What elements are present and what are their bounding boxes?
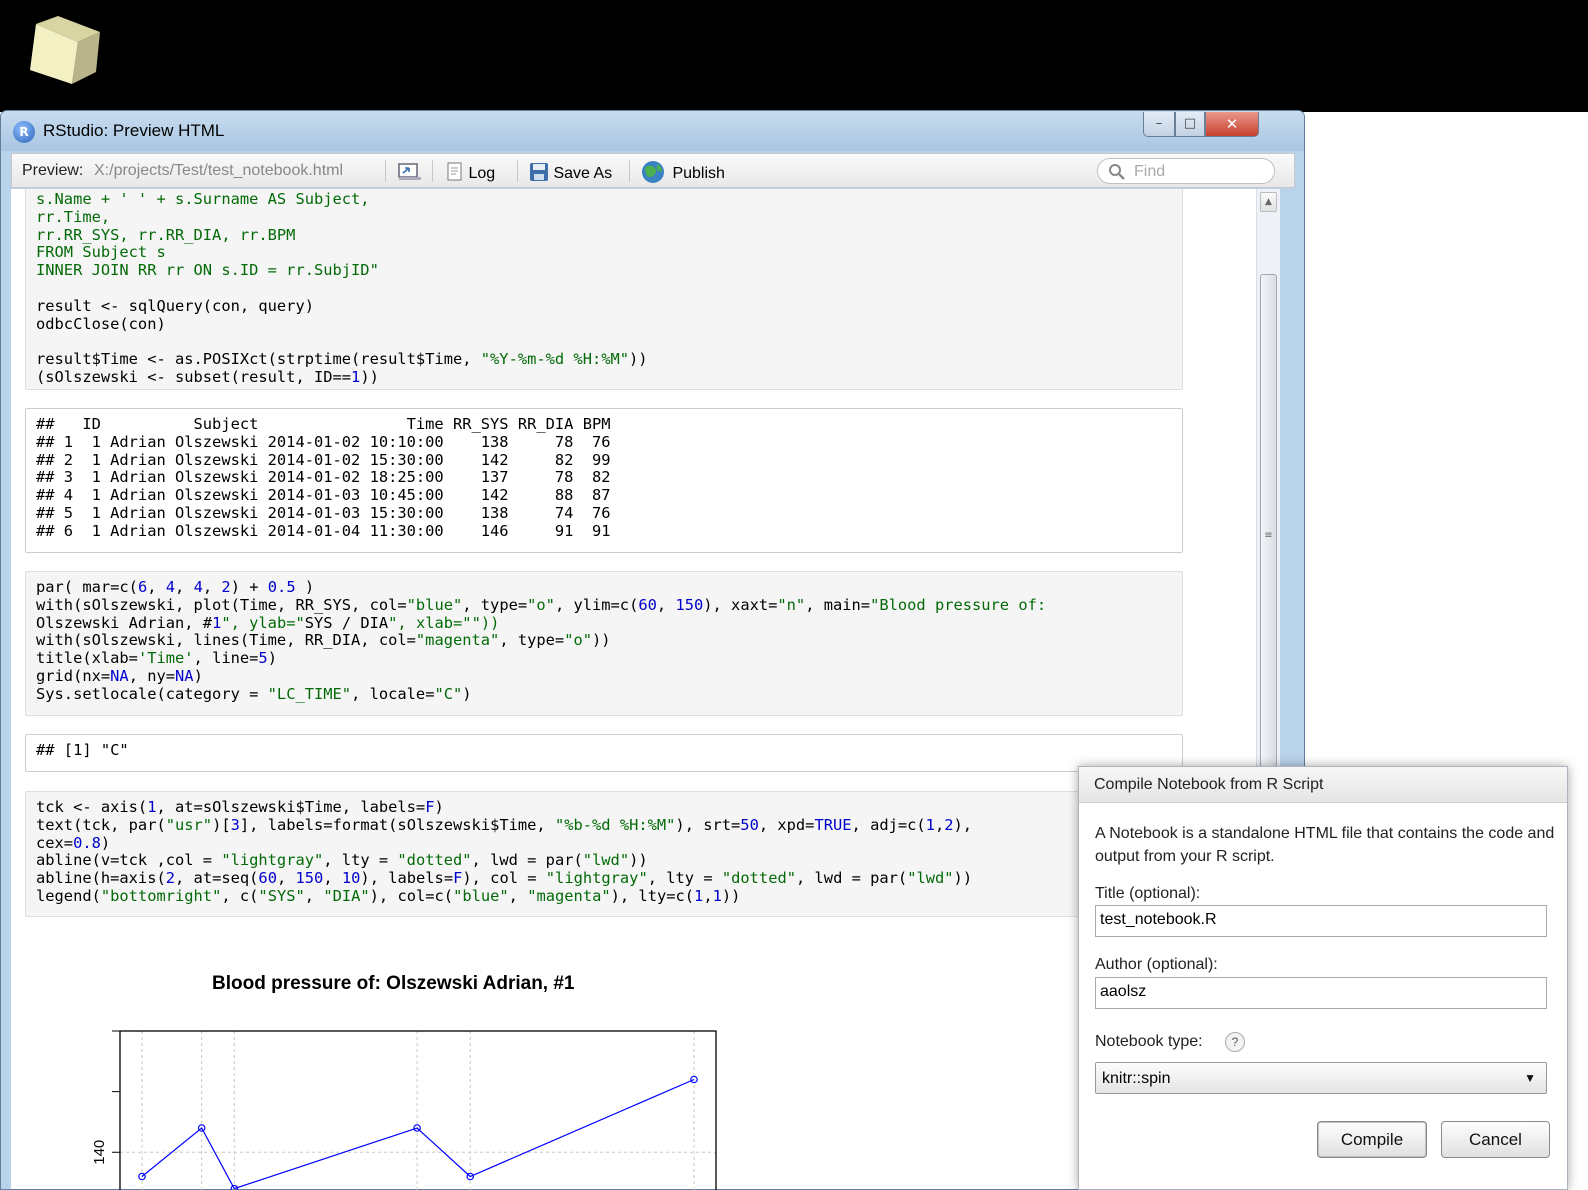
globe-publish-icon — [642, 161, 664, 183]
y-tick-label: 140 — [91, 1140, 108, 1165]
compile-button[interactable]: Compile — [1317, 1121, 1427, 1158]
preview-toolbar: Preview: X:/projects/Test/test_notebook.… — [11, 153, 1295, 188]
window-titlebar[interactable]: R RStudio: Preview HTML – □ ✕ — [1, 111, 1304, 151]
cube-logo-icon — [30, 16, 100, 84]
desktop-top-bar — [0, 0, 1588, 112]
code-block: par( mar=c(6, 4, 4, 2) + 0.5 ) with(sOls… — [36, 578, 1047, 703]
blood-pressure-chart: 140 — [91, 1030, 717, 1190]
notebook-type-label: Notebook type: — [1095, 1033, 1203, 1050]
publish-button[interactable]: Publish — [640, 159, 725, 185]
close-button[interactable]: ✕ — [1205, 112, 1259, 137]
maximize-button[interactable]: □ — [1175, 112, 1205, 137]
log-label: Log — [468, 165, 496, 182]
find-input[interactable]: Find — [1134, 163, 1165, 181]
author-label: Author (optional): — [1095, 956, 1218, 973]
toolbar-separator — [517, 160, 518, 182]
publish-label: Publish — [672, 165, 725, 182]
search-icon — [1109, 164, 1125, 180]
toolbar-separator — [385, 160, 386, 182]
save-as-label: Save As — [553, 165, 613, 182]
scrollbar-grip-icon: ≡ — [1264, 530, 1273, 541]
notebook-type-select[interactable]: knitr::spin ▼ — [1095, 1062, 1547, 1094]
author-input[interactable]: aaolsz — [1095, 977, 1547, 1009]
chevron-down-icon: ▼ — [1524, 1071, 1536, 1085]
chart-title: Blood pressure of: Olszewski Adrian, #1 — [212, 973, 575, 994]
save-as-button[interactable]: Save As — [529, 162, 612, 183]
title-input[interactable]: test_notebook.R — [1095, 905, 1547, 937]
series-line-sys — [141, 1078, 695, 1190]
cancel-button[interactable]: Cancel — [1441, 1121, 1550, 1158]
toolbar-separator — [629, 160, 630, 182]
compile-notebook-dialog: Compile Notebook from R Script A Noteboo… — [1078, 766, 1568, 1190]
output-chunk-locale: ## [1] "C" — [25, 734, 1183, 772]
toolbar-separator — [432, 160, 433, 182]
find-box[interactable]: Find — [1097, 158, 1275, 184]
rstudio-app-icon: R — [13, 121, 35, 143]
save-icon — [530, 163, 548, 181]
code-block: s.Name + ' ' + s.Surname AS Subject, rr.… — [36, 190, 648, 386]
code-chunk-axis: tck <- axis(1, at=sOlszewski$Time, label… — [25, 791, 1183, 917]
output-chunk-table: ## ID Subject Time RR_SYS RR_DIA BPM ## … — [25, 408, 1183, 553]
dialog-title: Compile Notebook from R Script — [1094, 776, 1324, 793]
plot-frame — [119, 1030, 717, 1190]
log-button[interactable]: Log — [446, 162, 495, 183]
open-in-browser-icon[interactable] — [398, 161, 422, 181]
dialog-header[interactable]: Compile Notebook from R Script — [1079, 767, 1567, 803]
scrollbar-thumb[interactable]: ≡ — [1260, 274, 1277, 809]
dialog-description: A Notebook is a standalone HTML file tha… — [1095, 825, 1555, 865]
code-block: tck <- axis(1, at=sOlszewski$Time, label… — [36, 798, 973, 905]
window-title: RStudio: Preview HTML — [43, 121, 225, 140]
minimize-button[interactable]: – — [1143, 112, 1175, 137]
code-chunk-sql: s.Name + ' ' + s.Surname AS Subject, rr.… — [25, 189, 1183, 390]
code-chunk-plot: par( mar=c(6, 4, 4, 2) + 0.5 ) with(sOls… — [25, 571, 1183, 716]
output-block: ## [1] "C" — [36, 741, 129, 759]
scroll-up-arrow-icon[interactable]: ▲ — [1260, 192, 1277, 212]
log-icon — [447, 162, 462, 181]
notebook-type-value: knitr::spin — [1102, 1070, 1171, 1087]
preview-path: X:/projects/Test/test_notebook.html — [94, 162, 344, 179]
help-icon[interactable]: ? — [1225, 1032, 1245, 1052]
output-block: ## ID Subject Time RR_SYS RR_DIA BPM ## … — [36, 415, 611, 540]
title-label: Title (optional): — [1095, 885, 1201, 902]
preview-label: Preview: — [22, 162, 84, 179]
